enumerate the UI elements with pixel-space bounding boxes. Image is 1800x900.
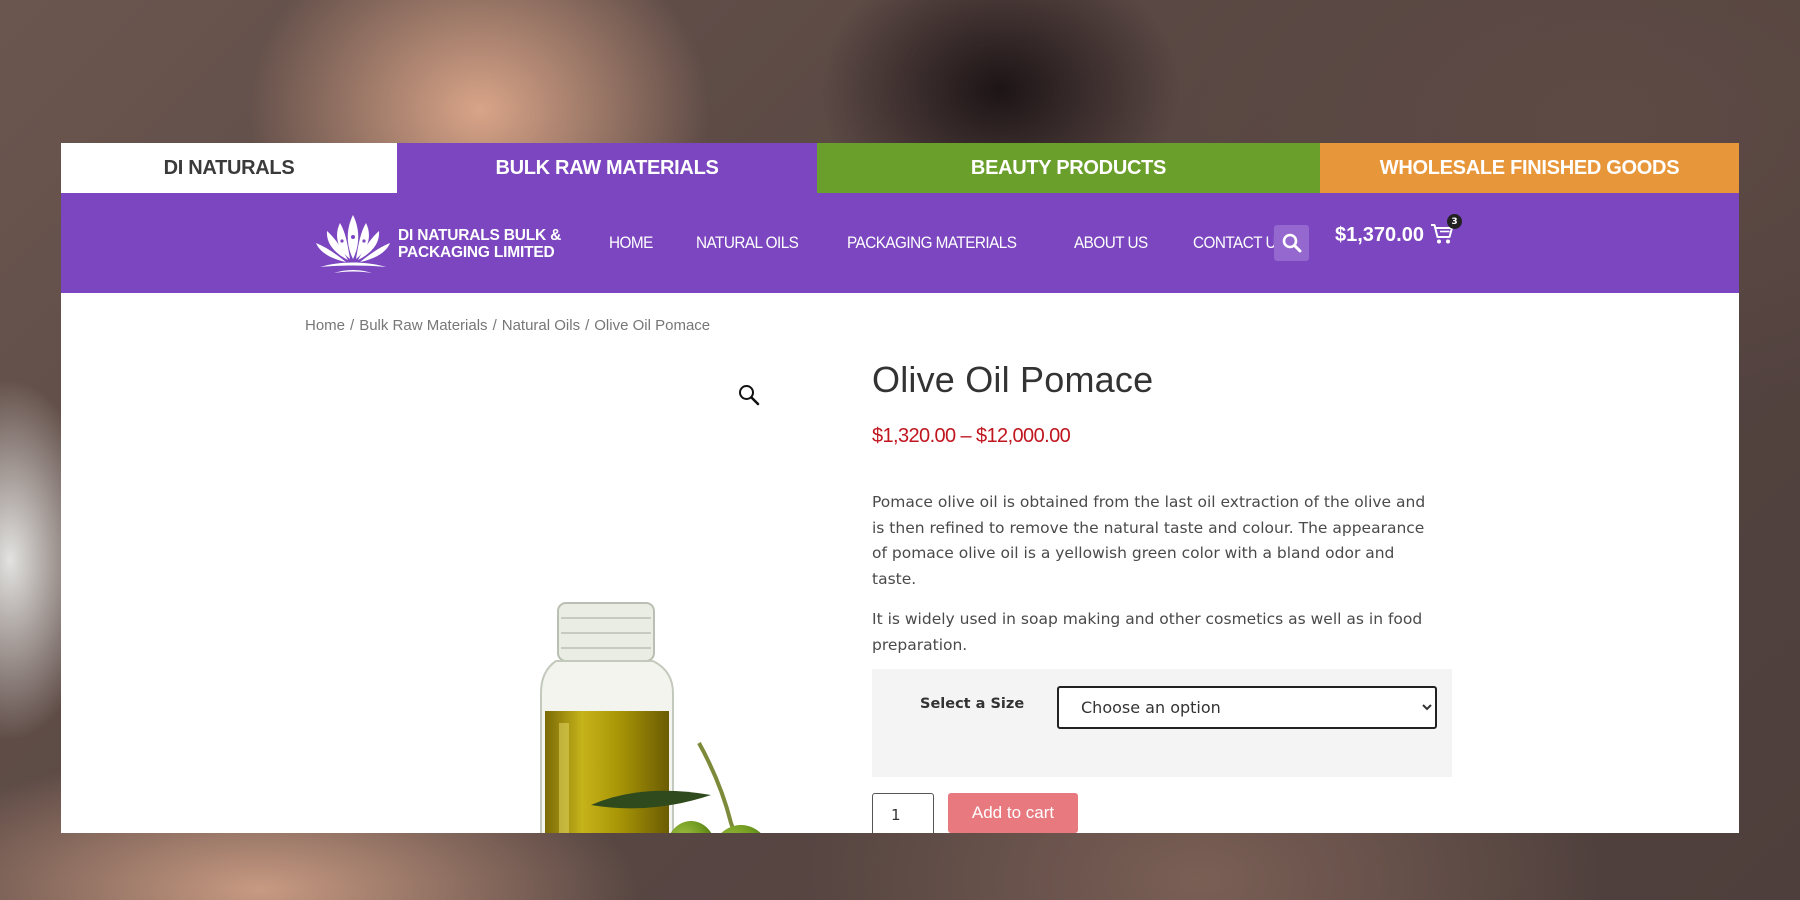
main-nav: HOME NATURAL OILS PACKAGING MATERIALS AB…	[609, 193, 1296, 293]
breadcrumb-bulk-raw-materials[interactable]: Bulk Raw Materials	[359, 317, 487, 334]
tab-wholesale-finished-goods[interactable]: WHOLESALE FINISHED GOODS	[1320, 143, 1739, 193]
lotus-logo-icon	[316, 215, 390, 273]
magnifier-icon	[739, 385, 760, 406]
browser-page: DI NATURALS BULK RAW MATERIALS BEAUTY PR…	[61, 143, 1739, 833]
shopping-cart-icon: 3	[1430, 214, 1462, 247]
site-logo[interactable]: DI NATURALS BULK & PACKAGING LIMITED	[310, 209, 561, 279]
description-paragraph: It is widely used in soap making and oth…	[872, 610, 1423, 654]
breadcrumb-separator: /	[350, 317, 355, 334]
nav-home[interactable]: HOME	[609, 233, 653, 253]
product-price-range: $1,320.00 – $12,000.00	[872, 425, 1071, 447]
breadcrumb-current: Olive Oil Pomace	[594, 317, 711, 334]
product-description: Pomace olive oil is obtained from the la…	[872, 490, 1442, 673]
logo-text: DI NATURALS BULK & PACKAGING LIMITED	[398, 227, 562, 261]
cart-total: $1,370.00	[1335, 223, 1424, 246]
breadcrumb: Home / Bulk Raw Materials / Natural Oils / Oli…	[305, 317, 710, 334]
size-label: Select a Size	[920, 696, 1025, 712]
nav-natural-oils[interactable]: NATURAL OILS	[696, 233, 799, 253]
mini-cart[interactable]: $1,370.00 3	[1335, 214, 1462, 247]
tab-beauty-products[interactable]: BEAUTY PRODUCTS	[817, 143, 1320, 193]
image-zoom-button[interactable]	[737, 383, 761, 411]
cart-count-badge: 3	[1446, 214, 1462, 229]
description-paragraph: Pomace olive oil is obtained from the la…	[872, 493, 1426, 588]
nav-contact-us[interactable]: CONTACT US	[1193, 233, 1286, 253]
breadcrumb-separator: /	[492, 317, 497, 334]
quantity-input[interactable]	[872, 793, 934, 833]
site-header: DI NATURALS BULK & PACKAGING LIMITED HOM…	[61, 193, 1739, 293]
breadcrumb-natural-oils[interactable]: Natural Oils	[502, 317, 580, 334]
breadcrumb-home[interactable]: Home	[305, 317, 345, 334]
search-icon	[1282, 233, 1301, 253]
add-to-cart-button[interactable]: Add to cart	[948, 793, 1078, 833]
nav-about-us[interactable]: ABOUT US	[1074, 233, 1148, 253]
size-select[interactable]: Choose an option	[1057, 686, 1437, 729]
search-button[interactable]	[1274, 225, 1309, 261]
product-image[interactable]	[381, 443, 801, 833]
tab-bulk-raw-materials[interactable]: BULK RAW MATERIALS	[397, 143, 817, 193]
nav-packaging-materials[interactable]: PACKAGING MATERIALS	[847, 233, 1017, 253]
category-bar: DI NATURALS BULK RAW MATERIALS BEAUTY PR…	[61, 143, 1739, 193]
tab-di-naturals[interactable]: DI NATURALS	[61, 143, 397, 193]
product-variations: Select a Size Choose an option	[872, 669, 1452, 777]
product-title: Olive Oil Pomace	[872, 359, 1154, 400]
breadcrumb-separator: /	[585, 317, 590, 334]
